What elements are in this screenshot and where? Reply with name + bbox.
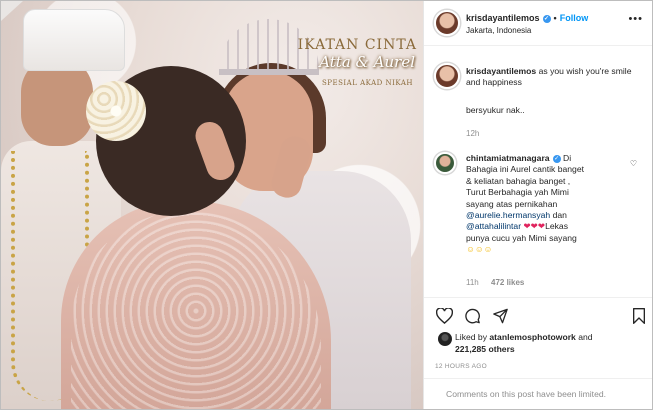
post-side-panel: krisdayantilemos ✓ • Follow Jakarta, Indone… — [423, 1, 652, 409]
overlay-title-line1: IKATAN CINTA — [297, 37, 417, 53]
comment-username[interactable]: chintamiatmanagara — [466, 153, 550, 163]
comment-time[interactable]: 11h — [466, 278, 479, 287]
mention-aurelie[interactable]: @aurelie.hermansyah — [466, 210, 550, 220]
heart-icon[interactable] — [436, 308, 453, 324]
post-photo[interactable]: IKATAN CINTA Atta & Aurel SPESIAL AKAD N… — [1, 1, 423, 409]
bookmark-icon[interactable] — [632, 308, 646, 324]
comment-text: chintamiatmanagara ✓ Di Bahagia ini Aurel… — [466, 153, 626, 256]
comment-line-7: punya cucu yah Mimi sayang — [466, 232, 577, 243]
verified-badge-icon: ✓ — [542, 14, 551, 23]
verified-badge-icon: ✓ — [552, 154, 561, 163]
smile-emoji-icon: ☺☺☺ — [466, 244, 493, 255]
comment-line-2: & keliatan bahagia banget , — [466, 175, 571, 186]
comment-box-area: Comments on this post have been limited. — [424, 378, 652, 409]
comment-line-6: Lekas — [545, 221, 568, 232]
post-timestamp[interactable]: 12 HOURS AGO — [435, 363, 487, 370]
comment-line-5: dan — [552, 210, 567, 221]
post-location[interactable]: Jakarta, Indonesia — [466, 26, 531, 35]
instagram-post-frame: IKATAN CINTA Atta & Aurel SPESIAL AKAD N… — [0, 0, 653, 410]
commenter-avatar[interactable] — [434, 152, 456, 174]
share-icon[interactable] — [492, 308, 509, 324]
image-title-overlay: IKATAN CINTA Atta & Aurel SPESIAL AKAD N… — [297, 31, 423, 106]
caption-text: krisdayantilemos as you wish you're smil… — [466, 66, 641, 88]
post-header: krisdayantilemos ✓ • Follow Jakarta, Indone… — [424, 1, 652, 46]
caption-avatar[interactable] — [434, 63, 460, 89]
overlay-title-line2: Atta & Aurel — [319, 53, 415, 71]
follow-button[interactable]: Follow — [560, 13, 589, 23]
heart-emoji-icon: ❤❤❤ — [523, 221, 546, 232]
comments-limited-notice: Comments on this post have been limited. — [446, 389, 607, 399]
likes-summary: Liked by atanlemosphotowork and 221,285 … — [455, 332, 645, 355]
groom-cap — [23, 9, 125, 71]
jasmine-hair-flowers — [86, 81, 146, 141]
comment-like-heart-icon[interactable]: ♡ — [630, 159, 637, 168]
header-user-line: krisdayantilemos ✓ • Follow — [466, 13, 588, 23]
caption-time[interactable]: 12h — [466, 129, 479, 138]
caption-username[interactable]: krisdayantilemos — [466, 66, 536, 76]
comment-line-1: Bahagia ini Aurel cantik banget — [466, 164, 585, 175]
comment-likes[interactable]: 472 likes — [491, 278, 524, 287]
author-avatar[interactable] — [434, 10, 460, 36]
ellipsis-icon[interactable]: ••• — [628, 13, 643, 25]
comments-section[interactable]: krisdayantilemos as you wish you're smil… — [424, 46, 652, 296]
likes-prefix: Liked by — [455, 332, 488, 342]
separator-dot: • — [553, 13, 557, 23]
caption-extra: bersyukur nak.. — [466, 105, 525, 115]
header-username[interactable]: krisdayantilemos — [466, 13, 540, 23]
overlay-title-line3: SPESIAL AKAD NIKAH — [322, 79, 413, 87]
likes-count[interactable]: 221,285 others — [455, 344, 515, 354]
liker-username[interactable]: atanlemosphotowork — [489, 332, 575, 342]
comment-line-4: sayang atas pernikahan — [466, 198, 558, 209]
ornament-icon — [1, 1, 23, 21]
comment-line-3: Turut Berbahagia yah Mimi — [466, 187, 569, 198]
comment-line-0: Di — [562, 153, 572, 163]
likes-and: and — [578, 332, 593, 342]
comment-icon[interactable] — [464, 308, 481, 324]
liker-avatar[interactable] — [438, 332, 452, 346]
post-actions: Liked by atanlemosphotowork and 221,285 … — [424, 297, 652, 409]
mention-atta[interactable]: @attahalilintar — [466, 221, 521, 231]
